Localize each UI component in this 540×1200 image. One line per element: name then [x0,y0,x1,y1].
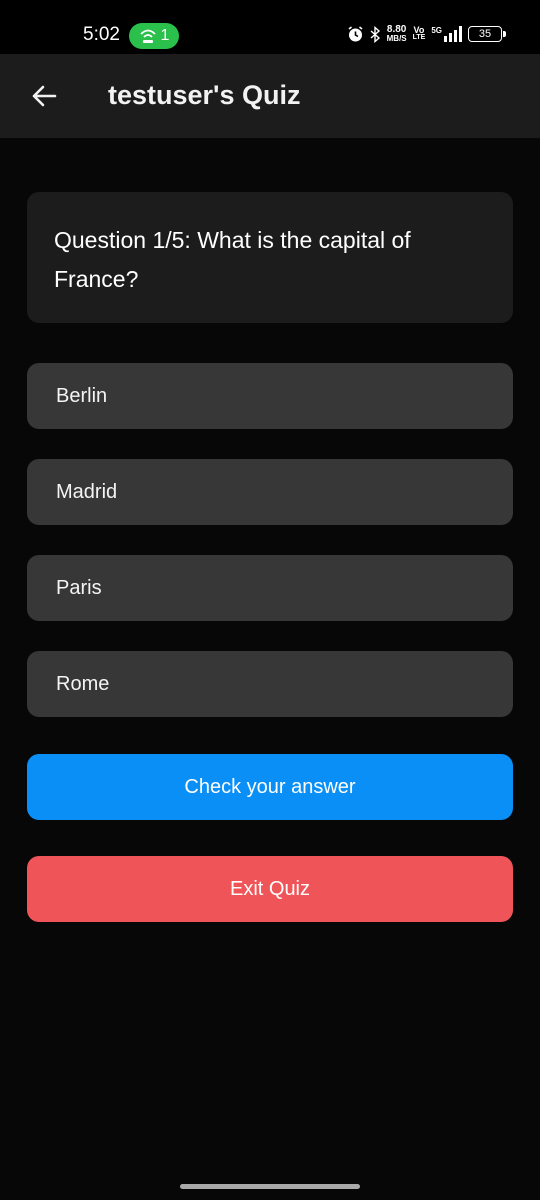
signal-strength: 5G [431,26,462,42]
check-answer-button[interactable]: Check your answer [27,754,513,820]
option-madrid[interactable]: Madrid [27,459,513,525]
bluetooth-icon [370,25,380,43]
network-speed: 8.80 MB/S [386,24,407,44]
option-berlin[interactable]: Berlin [27,363,513,429]
option-rome[interactable]: Rome [27,651,513,717]
hotspot-icon [139,29,156,43]
option-paris[interactable]: Paris [27,555,513,621]
volte-top: Vo [413,25,425,35]
app-bar: testuser's Quiz [0,54,540,138]
arrow-left-icon [32,85,57,107]
status-bar: 5:02 1 8.80 MB/S Vo LTE 5G 35 [0,0,540,54]
battery-level: 35 [478,28,492,40]
battery-icon: 35 [468,26,506,42]
page-title: testuser's Quiz [108,80,301,110]
network-speed-unit: MB/S [386,34,407,43]
volte-bottom: LTE [412,34,426,41]
status-time: 5:02 [83,24,120,45]
signal-icon [444,26,462,42]
question-text: Question 1/5: What is the capital of Fra… [54,227,411,292]
hotspot-count: 1 [160,27,170,44]
alarm-icon [348,25,363,41]
status-icons: 8.80 MB/S Vo LTE 5G 35 [347,24,506,44]
network-speed-value: 8.80 [386,24,407,35]
question-card: Question 1/5: What is the capital of Fra… [27,192,513,323]
home-indicator[interactable] [180,1184,360,1189]
network-type: 5G [431,26,442,35]
quiz-screen: 5:02 1 8.80 MB/S Vo LTE 5G 35 testuser's… [0,0,540,1200]
hotspot-badge: 1 [129,23,179,49]
volte-indicator: Vo LTE [413,26,426,42]
exit-quiz-button[interactable]: Exit Quiz [27,856,513,922]
back-button[interactable] [22,72,66,120]
